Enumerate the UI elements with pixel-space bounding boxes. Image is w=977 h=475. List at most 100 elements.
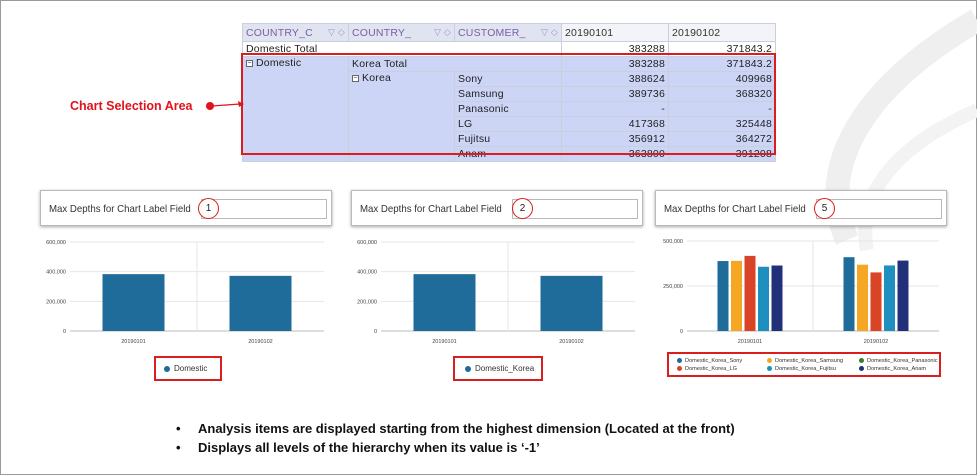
header-customer[interactable]: CUSTOMER_ ▽ ◇ [454,23,562,42]
korea-group-cell[interactable]: − Korea [348,71,455,162]
bar [540,275,603,331]
korea-total-label: Korea Total [348,56,562,72]
bar [731,260,742,331]
cell-value: 371843.2 [668,56,776,72]
cell-value: 363800 [561,146,669,162]
max-depth-value: 1 [198,198,219,219]
x-tick-label: 20190101 [432,339,456,345]
legend-dot [859,358,864,364]
cell-value: 409968 [668,71,776,87]
chart-legend: Domestic_Korea_Sony Domestic_Korea_Samsu… [667,352,941,377]
chart-panel-depth-2: Max Depths for Chart Label Field 2 600,0… [351,190,643,386]
collapse-icon[interactable]: − [352,74,359,82]
chart-panel-depth-1: Max Depths for Chart Label Field 1 600,0… [40,190,332,386]
y-tick-label: 600,000 [46,240,66,246]
bar-chart-3: 500,000 250,000 0 20190101 20190102 [663,239,939,345]
legend-dot [767,358,772,364]
chart-legend: Domestic [154,356,222,381]
y-tick-label: 400,000 [357,270,377,276]
chart-panel-depth-5: Max Depths for Chart Label Field 5 500,0… [655,190,947,386]
filter-sort-icon[interactable]: ▽ ◇ [541,27,558,38]
panel-header: Max Depths for Chart Label Field 5 [655,190,947,226]
legend-dot [677,366,682,372]
cell-value: 388624 [561,71,669,87]
max-depth-value: 5 [814,198,835,219]
bar [744,255,756,331]
customer-cell: Samsung [454,86,562,102]
bar-chart-1: 600,000 400,000 200,000 0 20190101 20190102 [46,240,324,345]
legend-item[interactable]: Domestic_Korea_Anam [859,366,926,372]
legend-dot [164,365,170,372]
pivot-grid: COUNTRY_C ▽ ◇ COUNTRY_ ▽ ◇ CUSTOMER_ ▽ ◇ 20… [242,23,776,162]
cell-value: 383288 [561,56,669,72]
bar [897,260,909,331]
legend-item[interactable]: Domestic_Korea_Panasonic [859,358,938,364]
filter-sort-icon[interactable]: ▽ ◇ [328,27,345,38]
max-depth-value: 2 [512,198,533,219]
bar [771,265,783,331]
legend-item[interactable]: Domestic [164,364,207,373]
legend-item[interactable]: Domestic_Korea [465,364,534,373]
y-tick-label: 600,000 [357,240,377,246]
panel-title: Max Depths for Chart Label Field [360,203,502,215]
y-tick-label: 200,000 [357,299,377,305]
bullet-item: • Analysis items are displayed starting f… [176,421,735,436]
legend-dot [465,365,471,372]
legend-item[interactable]: Domestic_Korea_LG [677,366,737,372]
cell-value: 325448 [668,116,776,132]
collapse-icon[interactable]: − [246,59,253,67]
y-tick-label: 250,000 [663,284,683,290]
domestic-total-label: Domestic Total [242,41,562,57]
y-tick-label: 0 [63,329,66,335]
legend-item[interactable]: Domestic_Korea_Fujitsu [767,366,836,372]
panel-header: Max Depths for Chart Label Field 2 [351,190,643,226]
legend-item[interactable]: Domestic_Korea_Samsung [767,358,843,364]
x-tick-label: 20190102 [248,339,272,345]
x-tick-label: 20190101 [121,339,145,345]
bar [884,265,895,331]
cell-value: 371843.2 [668,41,776,57]
header-country[interactable]: COUNTRY_ ▽ ◇ [348,23,455,42]
korea-total-row: − Domestic Korea Total 383288 371843.2 [242,56,776,162]
header-country-code[interactable]: COUNTRY_C ▽ ◇ [242,23,349,42]
legend-dot [677,358,682,364]
panel-header: Max Depths for Chart Label Field 1 [40,190,332,226]
chart-legend: Domestic_Korea [453,356,543,381]
grid-header-row: COUNTRY_C ▽ ◇ COUNTRY_ ▽ ◇ CUSTOMER_ ▽ ◇ 20… [242,23,776,42]
bullet-item: • Displays all levels of the hierarchy wh… [176,440,540,455]
y-tick-label: 0 [374,329,377,335]
x-tick-label: 20190102 [864,339,888,345]
bar [413,274,476,331]
cell-value: 383288 [561,41,669,57]
max-depth-input[interactable] [201,199,327,219]
legend-item[interactable]: Domestic_Korea_Sony [677,358,742,364]
bar [102,274,165,331]
panel-title: Max Depths for Chart Label Field [49,203,191,215]
customer-cell: LG [454,116,562,132]
domestic-total-row: Domestic Total 383288 371843.2 [242,41,776,57]
domestic-group-cell[interactable]: − Domestic [242,56,349,162]
customer-cell: Panasonic [454,101,562,117]
filter-sort-icon[interactable]: ▽ ◇ [434,27,451,38]
customer-cell: Sony [454,71,562,87]
bar [857,264,868,331]
bar [758,266,769,331]
cell-value: 368320 [668,86,776,102]
y-tick-label: 200,000 [46,299,66,305]
y-tick-label: 400,000 [46,270,66,276]
bar [843,257,855,331]
cell-value: - [561,101,669,117]
chart-selection-area-label: Chart Selection Area [70,99,193,113]
bar [229,275,292,331]
customer-cell: Anam [454,146,562,162]
cell-value: 389736 [561,86,669,102]
legend-dot [859,366,864,372]
bar [717,261,729,331]
cell-value: 391208 [668,146,776,162]
header-date-2[interactable]: 20190102 [668,23,776,42]
legend-dot [767,366,772,372]
cell-value: - [668,101,776,117]
cell-value: 417368 [561,116,669,132]
callout-arrow-icon [212,101,244,107]
header-date-1[interactable]: 20190101 [561,23,669,42]
